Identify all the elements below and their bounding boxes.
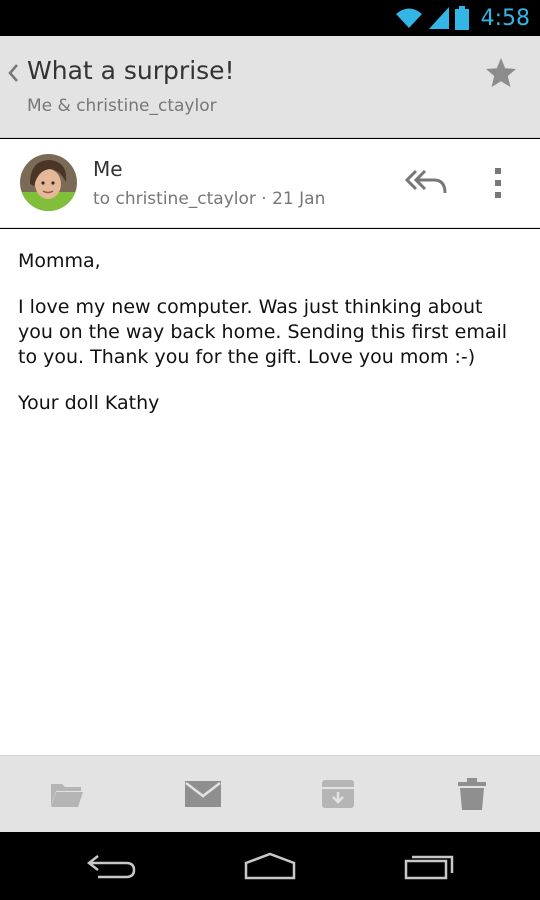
chevron-left-icon[interactable] — [6, 62, 20, 84]
mail-icon[interactable] — [183, 774, 223, 814]
recents-icon[interactable] — [402, 846, 458, 886]
folder-icon[interactable] — [47, 774, 87, 814]
message-signature: Your doll Kathy — [18, 392, 160, 414]
recipient-details[interactable]: to christine_ctaylor · 21 Jan — [93, 189, 325, 209]
archive-icon[interactable] — [318, 774, 358, 814]
status-bar: 4:58 — [0, 0, 540, 36]
message-header[interactable]: Me to christine_ctaylor · 21 Jan — [0, 139, 540, 228]
home-icon[interactable] — [242, 846, 298, 886]
conversation-header: What a surprise! Me & christine_ctaylor — [0, 36, 540, 138]
status-icons: 4:58 — [395, 0, 530, 36]
wifi-icon — [395, 8, 422, 28]
reply-all-icon[interactable] — [404, 167, 448, 197]
trash-icon[interactable] — [452, 774, 492, 814]
sender-name: Me — [93, 157, 123, 181]
overflow-menu-icon[interactable] — [484, 165, 512, 201]
message-paragraph: I love my new computer. Was just thinkin… — [18, 296, 508, 368]
star-icon[interactable] — [484, 56, 518, 90]
status-time: 4:58 — [480, 5, 530, 31]
avatar — [20, 154, 77, 211]
battery-icon — [454, 6, 469, 30]
navigation-bar — [0, 832, 540, 900]
message-body: Momma, I love my new computer. Was just … — [0, 229, 540, 755]
subject-title: What a surprise! — [27, 56, 235, 85]
signal-icon — [428, 7, 449, 29]
message-greeting: Momma, — [18, 250, 101, 272]
bottom-action-bar — [0, 755, 540, 832]
participants: Me & christine_ctaylor — [27, 96, 217, 116]
back-icon[interactable] — [84, 846, 140, 886]
